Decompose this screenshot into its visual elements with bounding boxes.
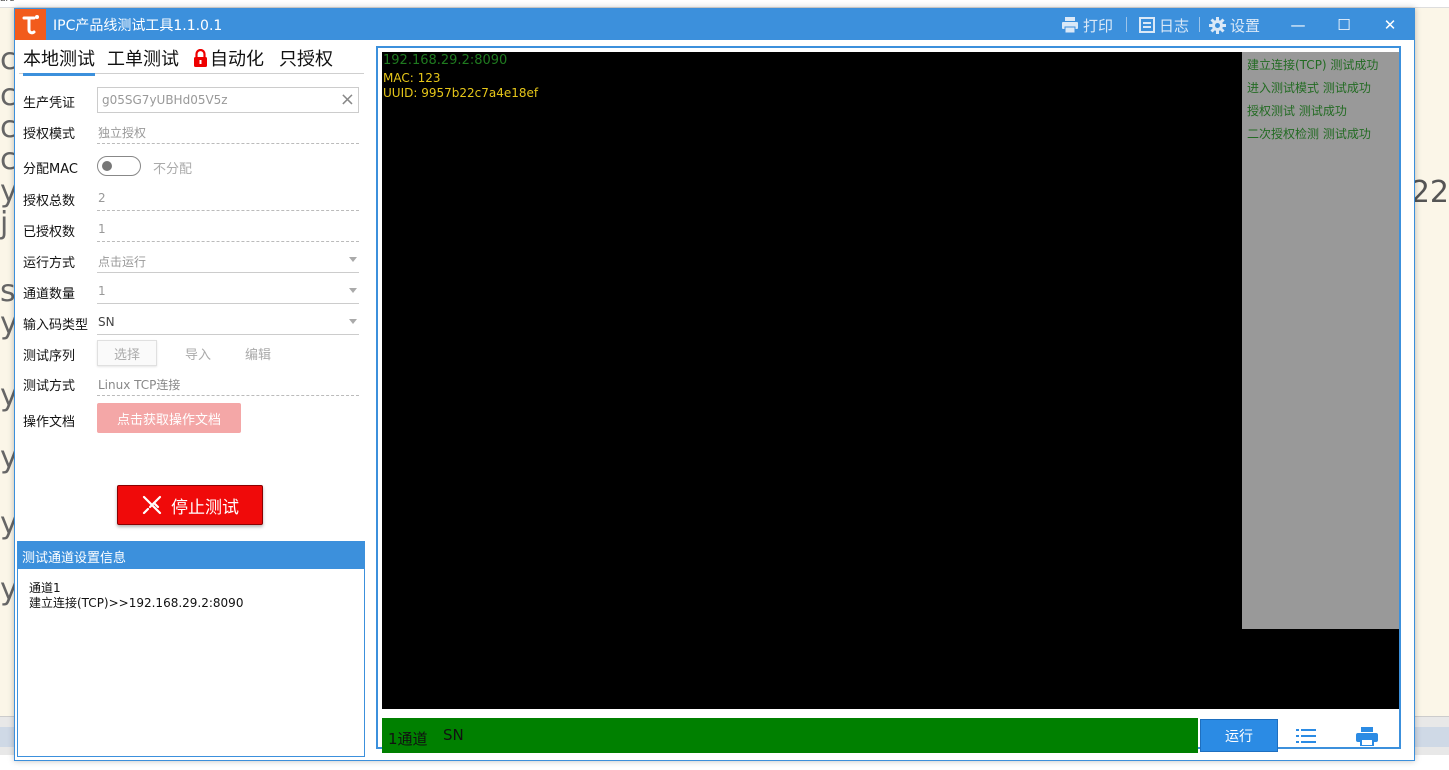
test-method-row: 测试方式 Linux TCP连接 bbox=[23, 370, 359, 396]
left-panel: 本地测试 工单测试 自动化 只授权 生产凭证 g05SG7yUBHd05V5z … bbox=[15, 40, 369, 762]
authorized-value: 1 bbox=[97, 216, 359, 242]
log-button[interactable]: 日志 bbox=[1139, 14, 1189, 36]
authorized-label: 已授权数 bbox=[23, 225, 76, 240]
print-label: 打印 bbox=[1083, 16, 1114, 35]
code-type-label: 输入码类型 bbox=[23, 318, 89, 333]
sn-input[interactable]: SN bbox=[443, 726, 464, 744]
run-mode-select[interactable]: 点击运行 bbox=[97, 247, 359, 273]
edit-sequence-button[interactable]: 编辑 bbox=[228, 340, 288, 366]
run-button[interactable]: 运行 bbox=[1200, 719, 1278, 752]
assign-mac-row: 分配MAC 不分配 bbox=[23, 153, 359, 179]
chevron-down-icon bbox=[349, 288, 357, 293]
auth-mode-row: 授权模式 独立授权 bbox=[23, 118, 359, 144]
test-sequence-label: 测试序列 bbox=[23, 349, 76, 364]
settings-label: 设置 bbox=[1230, 16, 1261, 35]
stop-test-label: 停止测试 bbox=[171, 497, 239, 518]
channel-count-select[interactable]: 1 bbox=[97, 278, 359, 304]
tab-automation[interactable]: 自动化 bbox=[193, 45, 264, 71]
import-sequence-button[interactable]: 导入 bbox=[168, 340, 228, 366]
channel-status-bar: 1通道 SN bbox=[382, 718, 1198, 753]
stop-test-icon bbox=[142, 495, 162, 515]
code-type-value: SN bbox=[98, 315, 115, 329]
tab-auth-only[interactable]: 只授权 bbox=[279, 45, 333, 71]
authorized-row: 已授权数 1 bbox=[23, 216, 359, 242]
main-window: IPC产品线测试工具1.1.0.1 打印 日志 设置 — ☐ ✕ 本地测试 工单… bbox=[14, 8, 1415, 761]
channel-count-row: 通道数量 1 bbox=[23, 278, 359, 304]
assign-mac-toggle-text: 不分配 bbox=[153, 162, 193, 177]
terminal-line: UUID: 9957b22c7a4e18ef bbox=[383, 86, 539, 100]
channel-count-label: 通道数量 bbox=[23, 287, 76, 302]
auth-total-label: 授权总数 bbox=[23, 194, 76, 209]
background-top-strip: are bbox=[0, 0, 1449, 8]
run-mode-label: 运行方式 bbox=[23, 256, 76, 271]
terminal-line: 192.168.29.2:8090 bbox=[383, 53, 508, 68]
terminal-output[interactable]: 192.168.29.2:8090 MAC: 123 UUID: 9957b22… bbox=[382, 52, 1399, 709]
test-result-item: 进入测试模式 测试成功 bbox=[1247, 81, 1371, 95]
chevron-down-icon bbox=[349, 257, 357, 262]
settings-button[interactable]: 设置 bbox=[1209, 14, 1260, 36]
auth-mode-label: 授权模式 bbox=[23, 127, 76, 142]
credential-label: 生产凭证 bbox=[23, 96, 76, 111]
test-method-label: 测试方式 bbox=[23, 379, 76, 394]
channel-info-panel: 测试通道设置信息 通道1 建立连接(TCP)>>192.168.29.2:809… bbox=[17, 541, 365, 757]
toggle-knob bbox=[102, 161, 112, 171]
test-method-value: Linux TCP连接 bbox=[97, 370, 359, 396]
code-type-row: 输入码类型 SN bbox=[23, 309, 359, 335]
channel-count-value: 1 bbox=[98, 284, 106, 298]
background-corner-text: are bbox=[0, 0, 15, 4]
get-op-doc-button[interactable]: 点击获取操作文档 bbox=[97, 403, 241, 433]
background-text: j bbox=[0, 206, 9, 241]
stop-test-button[interactable]: 停止测试 bbox=[117, 485, 263, 525]
toolbar-divider bbox=[1199, 17, 1200, 32]
title-bar[interactable]: IPC产品线测试工具1.1.0.1 打印 日志 设置 — ☐ ✕ bbox=[15, 9, 1414, 40]
auth-mode-value: 独立授权 bbox=[97, 118, 359, 144]
app-logo-icon bbox=[15, 9, 46, 40]
tab-work-order-test[interactable]: 工单测试 bbox=[107, 45, 179, 71]
channel-info-title: 测试通道设置信息 bbox=[18, 542, 364, 569]
run-mode-value: 点击运行 bbox=[98, 255, 147, 269]
select-sequence-button[interactable]: 选择 bbox=[97, 340, 157, 366]
test-sequence-row: 测试序列 选择 导入 编辑 bbox=[23, 340, 359, 366]
test-result-item: 建立连接(TCP) 测试成功 bbox=[1247, 58, 1379, 72]
channel-panel: 192.168.29.2:8090 MAC: 123 UUID: 9957b22… bbox=[376, 46, 1401, 753]
tab-bar: 本地测试 工单测试 自动化 只授权 bbox=[19, 43, 364, 76]
log-icon bbox=[1139, 17, 1155, 33]
assign-mac-toggle[interactable] bbox=[97, 156, 141, 176]
clear-icon[interactable]: × bbox=[340, 89, 355, 110]
close-button[interactable]: ✕ bbox=[1378, 13, 1402, 37]
toolbar-divider bbox=[1126, 17, 1127, 32]
auth-total-value: 2 bbox=[97, 185, 359, 211]
tab-local-test[interactable]: 本地测试 bbox=[23, 45, 95, 76]
window-title: IPC产品线测试工具1.1.0.1 bbox=[53, 18, 223, 34]
op-doc-row: 操作文档 点击获取操作文档 bbox=[23, 403, 359, 433]
channel-info-line: 建立连接(TCP)>>192.168.29.2:8090 bbox=[29, 596, 244, 610]
chevron-down-icon bbox=[349, 319, 357, 324]
maximize-button[interactable]: ☐ bbox=[1332, 13, 1356, 37]
terminal-line: MAC: 123 bbox=[383, 71, 441, 85]
test-result-item: 二次授权检测 测试成功 bbox=[1247, 127, 1371, 141]
printer-icon bbox=[1062, 17, 1078, 33]
code-type-select[interactable]: SN bbox=[97, 309, 359, 335]
gear-icon bbox=[1209, 16, 1226, 34]
lock-icon bbox=[194, 49, 207, 67]
credential-input[interactable]: g05SG7yUBHd05V5z bbox=[97, 87, 359, 113]
printer-icon[interactable] bbox=[1356, 727, 1378, 746]
credential-row: 生产凭证 g05SG7yUBHd05V5z × bbox=[23, 87, 359, 113]
op-doc-label: 操作文档 bbox=[23, 415, 76, 430]
test-result-item: 授权测试 测试成功 bbox=[1247, 104, 1347, 118]
print-button[interactable]: 打印 bbox=[1061, 14, 1113, 36]
channel-info-line: 通道1 bbox=[29, 581, 61, 595]
test-results-box: 建立连接(TCP) 测试成功 进入测试模式 测试成功 授权测试 测试成功 二次授… bbox=[1242, 52, 1399, 629]
log-label: 日志 bbox=[1159, 16, 1190, 35]
channel-info-body: 通道1 建立连接(TCP)>>192.168.29.2:8090 bbox=[18, 569, 364, 623]
auth-total-row: 授权总数 2 bbox=[23, 185, 359, 211]
assign-mac-label: 分配MAC bbox=[23, 162, 78, 177]
list-icon[interactable] bbox=[1296, 728, 1316, 744]
minimize-button[interactable]: — bbox=[1286, 13, 1310, 37]
run-mode-row: 运行方式 点击运行 bbox=[23, 247, 359, 273]
channel-label: 1通道 bbox=[388, 730, 428, 748]
